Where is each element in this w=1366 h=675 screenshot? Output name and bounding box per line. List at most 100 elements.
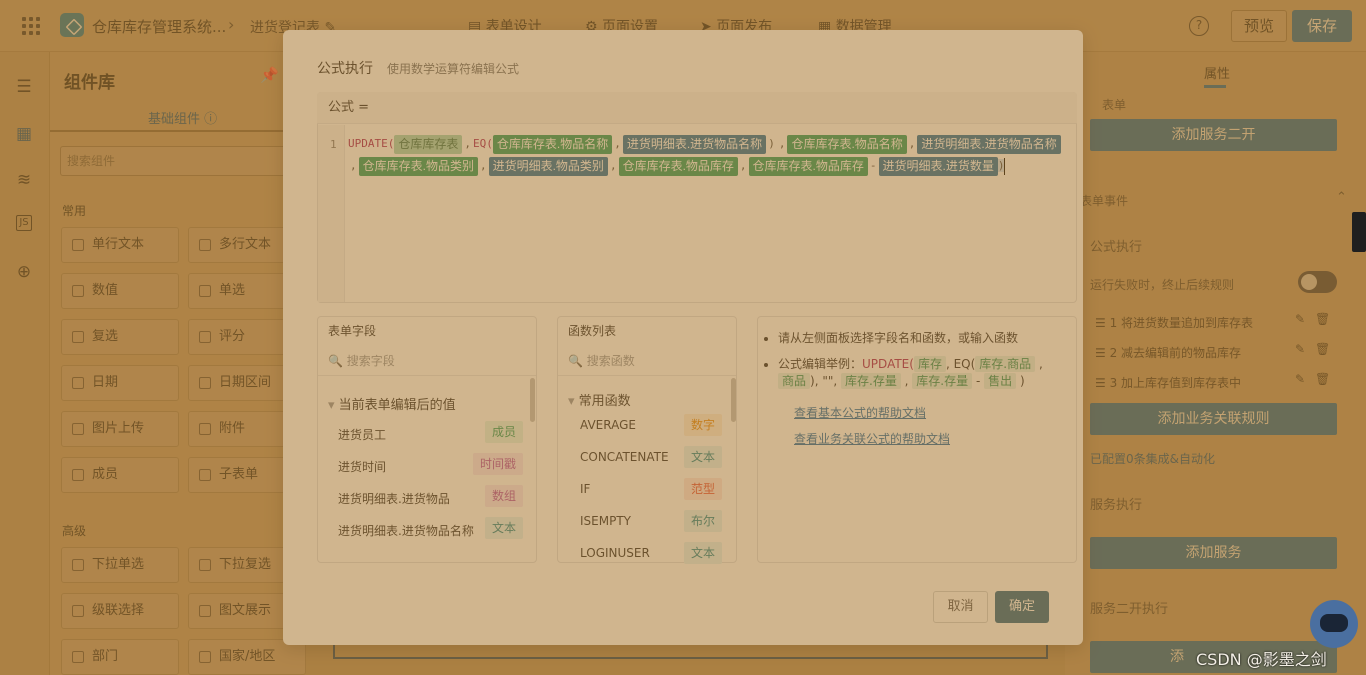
chevron-right-icon: ›: [228, 15, 235, 34]
delete-icon[interactable]: 🗑: [1315, 372, 1330, 386]
fields-title: 表单字段: [328, 324, 377, 338]
chevron-up-icon[interactable]: ⌃: [1336, 190, 1347, 205]
configured-link[interactable]: 已配置0条集成&自动化: [1090, 450, 1215, 467]
component-chip[interactable]: 数值: [61, 273, 179, 309]
component-icon: [199, 239, 211, 251]
component-chip[interactable]: 下拉单选: [61, 547, 179, 583]
component-chip[interactable]: 日期: [61, 365, 179, 401]
formula-token[interactable]: 仓库库存表.物品库存: [748, 156, 868, 176]
formula-token[interactable]: 进货明细表.进货数量: [878, 156, 998, 176]
formula-token[interactable]: 仓库库存表.物品名称: [492, 134, 613, 154]
help-icon[interactable]: ?: [1189, 16, 1209, 36]
drag-handle-icon[interactable]: ☰: [1095, 316, 1106, 330]
component-label: 数值: [92, 283, 119, 298]
field-item[interactable]: 进货明细表.进货物品名称: [338, 522, 474, 539]
function-search-input[interactable]: 🔍 搜索函数: [568, 352, 635, 369]
function-item[interactable]: LOGINUSER: [580, 546, 650, 560]
caret-down-icon: ▾: [328, 398, 335, 413]
form-events-header[interactable]: 表单事件: [1080, 192, 1128, 209]
field-group[interactable]: ▾ 当前表单编辑后的值: [328, 394, 456, 413]
search-icon: 🔍: [328, 354, 343, 368]
apps-grid-icon[interactable]: [22, 17, 40, 35]
drag-handle-icon[interactable]: ☰: [1095, 346, 1106, 360]
formula-token[interactable]: 仓库库存表.物品名称: [787, 134, 907, 154]
close-paren: ): [997, 159, 1005, 172]
help-tip-2: 公式编辑举例：UPDATE(库存, EQ(库存.商品 , 商品), "", 库存…: [764, 356, 1068, 390]
cancel-button[interactable]: 取消: [933, 591, 988, 623]
comma: ,: [908, 137, 916, 150]
edit-icon[interactable]: ✎: [1295, 342, 1305, 356]
field-item[interactable]: 进货明细表.进货物品: [338, 490, 450, 507]
function-item[interactable]: ISEMPTY: [580, 514, 631, 528]
component-chip[interactable]: 部门: [61, 639, 179, 675]
function-item[interactable]: AVERAGE: [580, 418, 636, 432]
outline-icon[interactable]: ☰: [13, 76, 35, 98]
business-formula-help-link[interactable]: 查看业务关联公式的帮助文档: [794, 430, 950, 447]
component-label: 国家/地区: [219, 649, 276, 664]
section-advanced: 高级: [62, 524, 87, 538]
component-label: 子表单: [219, 467, 259, 482]
formula-token[interactable]: 进货明细表.进货物品名称: [622, 134, 767, 154]
function-group[interactable]: ▾ 常用函数: [568, 390, 631, 409]
component-chip[interactable]: 图片上传: [61, 411, 179, 447]
field-search-input[interactable]: 🔍 搜索字段: [328, 352, 395, 369]
line-number: 1: [330, 138, 337, 151]
fn-eq: EQ(: [473, 137, 493, 150]
tab-properties[interactable]: 属性: [1204, 63, 1230, 82]
database-icon[interactable]: ≋: [13, 169, 35, 191]
confirm-button[interactable]: 确定: [995, 591, 1049, 623]
formula-token[interactable]: 仓库库存表: [394, 134, 463, 154]
formula-code[interactable]: UPDATE(仓库库存表, EQ(仓库库存表.物品名称, 进货明细表.进货物品名称)…: [348, 133, 1070, 177]
js-icon[interactable]: JS: [16, 215, 32, 231]
function-item[interactable]: IF: [580, 482, 590, 496]
component-icon: [199, 331, 211, 343]
component-chip[interactable]: 成员: [61, 457, 179, 493]
delete-icon[interactable]: 🗑: [1315, 312, 1330, 326]
delete-icon[interactable]: 🗑: [1315, 342, 1330, 356]
field-item[interactable]: 进货员工: [338, 426, 386, 443]
component-label: 图文展示: [219, 603, 272, 618]
formula-token[interactable]: 进货明细表.物品类别: [488, 156, 608, 176]
formula-token[interactable]: 仓库库存表.物品类别: [358, 156, 478, 176]
scrollbar[interactable]: [530, 378, 535, 422]
component-panel-title: 组件库: [64, 73, 115, 93]
edit-icon[interactable]: ✎: [1295, 312, 1305, 326]
preview-button[interactable]: 预览: [1231, 10, 1287, 42]
formula-token[interactable]: 进货明细表.进货物品名称: [917, 134, 1061, 154]
save-button[interactable]: 保存: [1292, 10, 1352, 42]
component-icon: [72, 605, 84, 617]
component-icon: [72, 651, 84, 663]
scroll-handle[interactable]: [1352, 212, 1366, 252]
assistant-robot-icon[interactable]: [1310, 600, 1358, 648]
function-item[interactable]: CONCATENATE: [580, 450, 669, 464]
component-icon: [199, 651, 211, 663]
add-rule-button[interactable]: 添加业务关联规则: [1090, 403, 1337, 435]
add-service-2-button[interactable]: 添加服务二开: [1090, 119, 1337, 151]
basic-formula-help-link[interactable]: 查看基本公式的帮助文档: [794, 404, 926, 421]
add-service-button[interactable]: 添加服务: [1090, 537, 1337, 569]
tab-basic-components[interactable]: 基础组件 ⓘ: [148, 108, 217, 127]
rule-label: 3 加上库存值到库存表中: [1109, 376, 1242, 390]
component-icon: [72, 377, 84, 389]
component-search-input[interactable]: 搜索组件: [60, 146, 290, 176]
canvas-frame: [333, 645, 1048, 659]
stop-on-fail-toggle[interactable]: [1298, 271, 1337, 293]
formula-token[interactable]: 仓库库存表.物品库存: [618, 156, 738, 176]
components-icon[interactable]: ▦: [13, 123, 35, 145]
component-label: 复选: [92, 329, 119, 344]
scrollbar[interactable]: [731, 378, 736, 422]
component-chip[interactable]: 单行文本: [61, 227, 179, 263]
component-label: 下拉单选: [92, 557, 145, 572]
component-icon: [199, 285, 211, 297]
app-title[interactable]: 仓库库存管理系统...: [92, 16, 226, 37]
drag-handle-icon[interactable]: ☰: [1095, 376, 1106, 390]
function-type-tag: 布尔: [683, 510, 722, 532]
component-chip[interactable]: 级联选择: [61, 593, 179, 629]
fn-update: UPDATE(: [348, 137, 395, 150]
function-type-tag: 文本: [683, 446, 722, 468]
edit-icon[interactable]: ✎: [1295, 372, 1305, 386]
field-item[interactable]: 进货时间: [338, 458, 386, 475]
pin-icon[interactable]: 📌: [260, 66, 279, 84]
globe-icon[interactable]: ⊕: [13, 261, 35, 283]
component-chip[interactable]: 复选: [61, 319, 179, 355]
